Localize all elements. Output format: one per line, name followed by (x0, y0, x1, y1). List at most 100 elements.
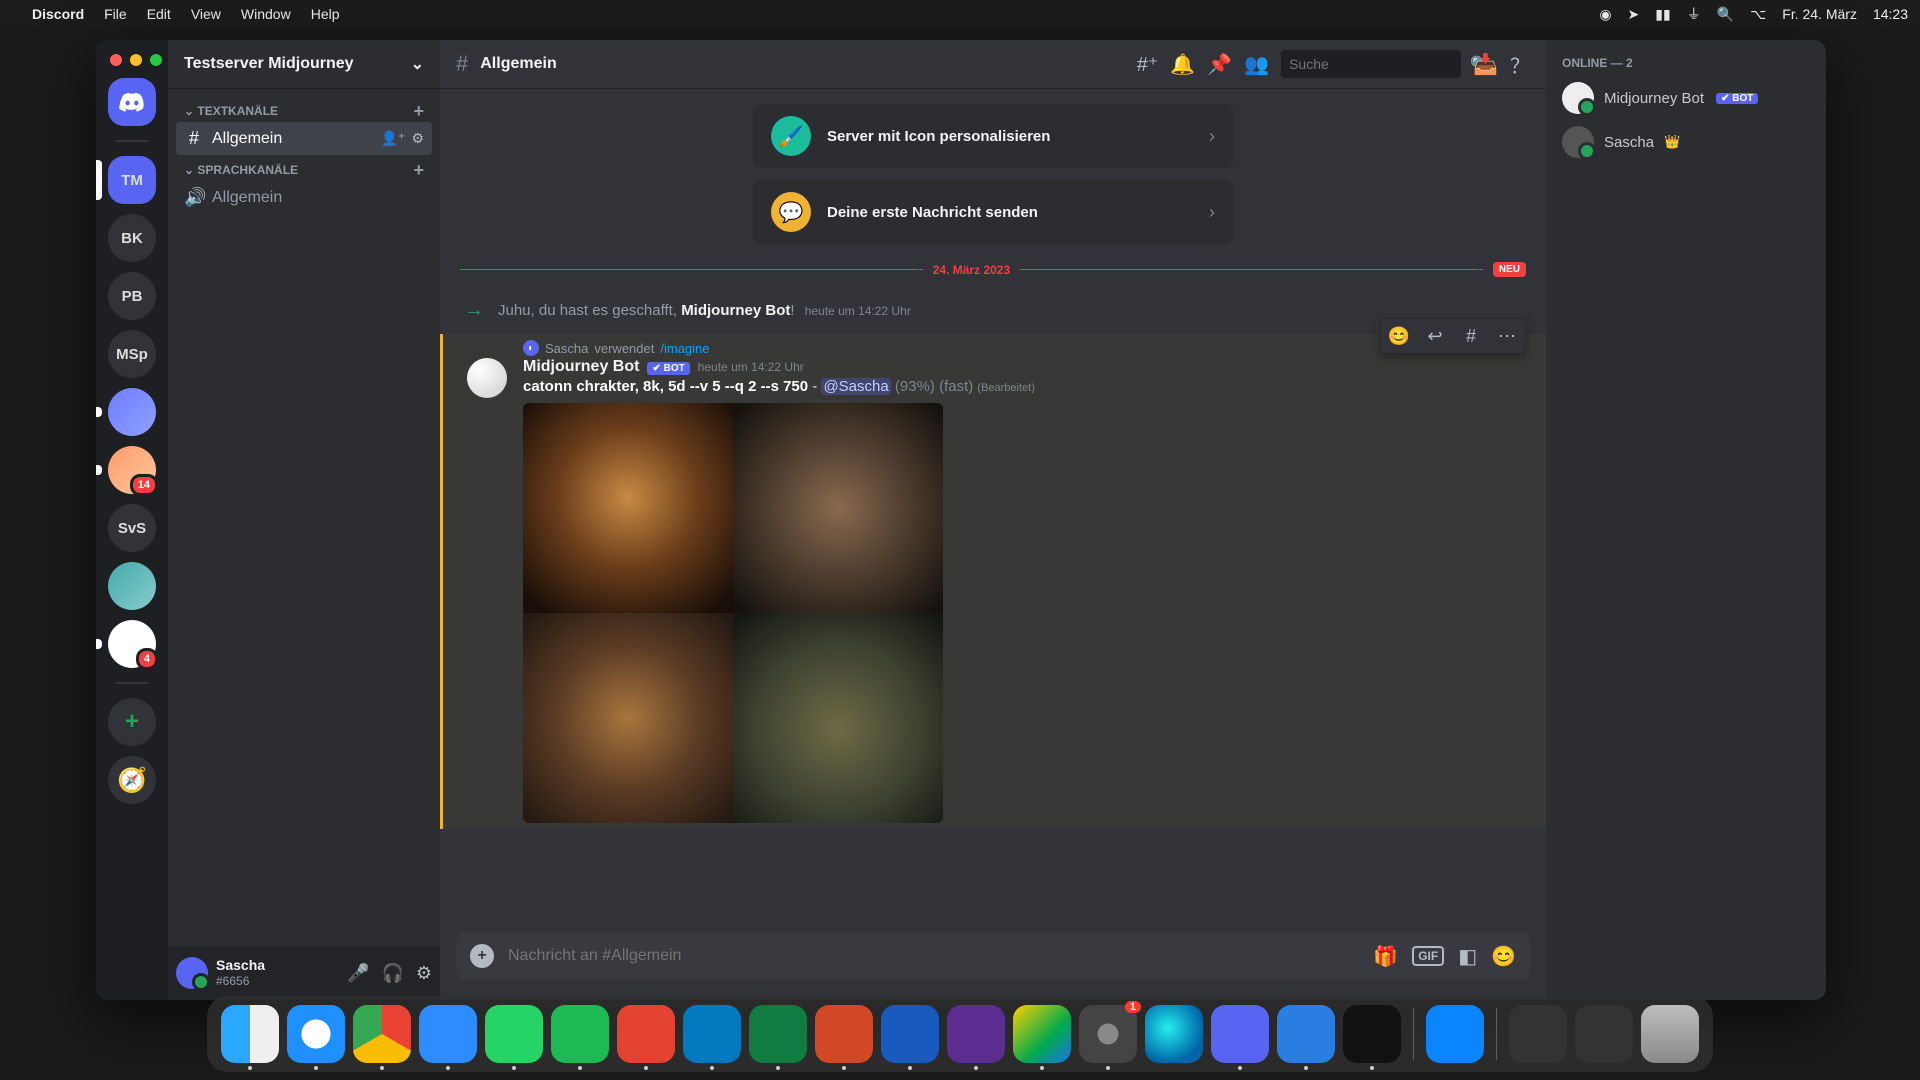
menubar-time[interactable]: 14:23 (1873, 6, 1908, 22)
server-icon-5[interactable] (108, 388, 156, 436)
dock-word[interactable] (881, 1005, 939, 1063)
voice-channel-allgemein[interactable]: 🔊 Allgemein (176, 181, 432, 214)
channel-search[interactable]: 🔍 (1281, 50, 1461, 78)
control-center-icon[interactable]: ⌥ (1750, 6, 1766, 23)
message-input[interactable] (508, 947, 1359, 965)
image-quadrant-3[interactable] (523, 613, 733, 823)
attach-button[interactable]: + (470, 944, 494, 968)
reply-button[interactable]: ↩ (1417, 319, 1453, 353)
menu-app-name[interactable]: Discord (32, 6, 84, 22)
location-icon[interactable]: ➤ (1628, 6, 1640, 23)
dm-home-button[interactable] (108, 78, 156, 126)
text-channel-allgemein[interactable]: # Allgemein 👤⁺ ⚙ (176, 122, 432, 155)
menu-help[interactable]: Help (311, 6, 340, 22)
dock-finder[interactable] (221, 1005, 279, 1063)
dock-discord[interactable] (1211, 1005, 1269, 1063)
server-msp[interactable]: MSp (108, 330, 156, 378)
category-label: SPRACHKANÄLE (197, 163, 298, 177)
menubar-date[interactable]: Fr. 24. März (1782, 6, 1857, 22)
member-sascha[interactable]: Sascha 👑 (1554, 120, 1818, 164)
window-close-button[interactable] (110, 54, 122, 66)
image-quadrant-4[interactable] (733, 613, 943, 823)
server-bk[interactable]: BK (108, 214, 156, 262)
menu-view[interactable]: View (191, 6, 221, 22)
channel-settings-icon[interactable]: ⚙ (411, 130, 424, 147)
dock-zoom[interactable] (419, 1005, 477, 1063)
server-tm[interactable]: TM (108, 156, 156, 204)
author-avatar[interactable] (467, 358, 507, 398)
server-svs[interactable]: SvS (108, 504, 156, 552)
dock-quicktime[interactable] (1277, 1005, 1335, 1063)
add-server-button[interactable]: + (108, 698, 156, 746)
more-actions-button[interactable]: ⋯ (1489, 319, 1525, 353)
chat-scroll[interactable]: 🖌️ Server mit Icon personalisieren › 💬 D… (440, 88, 1546, 932)
sticker-button[interactable]: ◧ (1458, 944, 1477, 969)
server-header[interactable]: Testserver Midjourney ⌄ (168, 40, 440, 88)
voice-channels-category[interactable]: ⌄ SPRACHKANÄLE + (176, 155, 432, 181)
dock-system-settings[interactable]: 1 (1079, 1005, 1137, 1063)
dock-trello[interactable] (683, 1005, 741, 1063)
dock-voice-memos[interactable] (1343, 1005, 1401, 1063)
onboard-personalize-card[interactable]: 🖌️ Server mit Icon personalisieren › (753, 104, 1233, 168)
dock-safari[interactable] (287, 1005, 345, 1063)
dock-google-drive[interactable] (1013, 1005, 1071, 1063)
dock-app-store[interactable] (1426, 1005, 1484, 1063)
text-channels-category[interactable]: ⌄ TEXTKANÄLE + (176, 96, 432, 122)
generated-image-grid[interactable] (523, 403, 943, 823)
invite-people-icon[interactable]: 👤⁺ (381, 130, 406, 147)
dock-chrome[interactable] (353, 1005, 411, 1063)
help-icon[interactable]: ？ (1510, 50, 1530, 79)
explore-servers-button[interactable]: 🧭 (108, 756, 156, 804)
self-avatar[interactable] (176, 957, 208, 989)
menu-edit[interactable]: Edit (147, 6, 171, 22)
search-input[interactable] (1289, 56, 1470, 72)
threads-icon[interactable]: #⁺ (1137, 52, 1159, 77)
reply-context[interactable]: ◐ Sascha verwendet /imagine (523, 340, 1522, 356)
dock-mission-control-1[interactable] (1509, 1005, 1567, 1063)
message-author[interactable]: Midjourney Bot (523, 358, 639, 376)
gift-button[interactable]: 🎁 (1373, 944, 1398, 969)
member-midjourney-bot[interactable]: Midjourney Bot ✔ BOT (1554, 76, 1818, 120)
notifications-icon[interactable]: 🔔 (1170, 52, 1195, 77)
dock-spotify[interactable] (551, 1005, 609, 1063)
system-timestamp: heute um 14:22 Uhr (805, 304, 911, 318)
create-thread-button[interactable]: # (1453, 319, 1489, 353)
window-minimize-button[interactable] (130, 54, 142, 66)
window-zoom-button[interactable] (150, 54, 162, 66)
inbox-icon[interactable]: 📥 (1473, 52, 1498, 77)
user-settings-button[interactable]: ⚙ (416, 963, 432, 984)
image-quadrant-2[interactable] (733, 403, 943, 613)
gif-button[interactable]: GIF (1412, 946, 1444, 966)
dock-trash[interactable] (1641, 1005, 1699, 1063)
server-icon-9[interactable]: 4 (108, 620, 156, 668)
battery-icon[interactable]: ▮▮ (1655, 6, 1670, 23)
server-icon-8[interactable] (108, 562, 156, 610)
bot-message: 😊 ↩ # ⋯ ◐ Sascha verwendet /imagine (440, 334, 1546, 829)
add-channel-button[interactable]: + (413, 164, 424, 176)
pinned-icon[interactable]: 📌 (1207, 52, 1232, 77)
menu-window[interactable]: Window (241, 6, 291, 22)
dock-mission-control-2[interactable] (1575, 1005, 1633, 1063)
menu-file[interactable]: File (104, 6, 127, 22)
emoji-button[interactable]: 😊 (1491, 944, 1516, 969)
server-icon-6[interactable]: 14 (108, 446, 156, 494)
image-quadrant-1[interactable] (523, 403, 733, 613)
members-toggle-icon[interactable]: 👥 (1244, 52, 1269, 77)
dock-whatsapp[interactable] (485, 1005, 543, 1063)
wifi-icon[interactable]: ⏚ (1687, 4, 1701, 24)
dock-todoist[interactable] (617, 1005, 675, 1063)
reply-verb: verwendet (594, 341, 654, 356)
dock-excel[interactable] (749, 1005, 807, 1063)
deafen-button[interactable]: 🎧 (381, 963, 403, 984)
dock-siri[interactable] (1145, 1005, 1203, 1063)
server-pb[interactable]: PB (108, 272, 156, 320)
screenrec-icon[interactable]: ◉ (1599, 6, 1611, 23)
onboard-first-message-card[interactable]: 💬 Deine erste Nachricht senden › (753, 180, 1233, 244)
add-reaction-button[interactable]: 😊 (1381, 319, 1417, 353)
user-mention[interactable]: @Sascha (821, 378, 890, 395)
add-channel-button[interactable]: + (413, 105, 424, 117)
dock-imovie[interactable] (947, 1005, 1005, 1063)
mute-mic-button[interactable]: 🎤 (347, 963, 369, 984)
spotlight-icon[interactable]: 🔍 (1717, 6, 1734, 23)
dock-powerpoint[interactable] (815, 1005, 873, 1063)
